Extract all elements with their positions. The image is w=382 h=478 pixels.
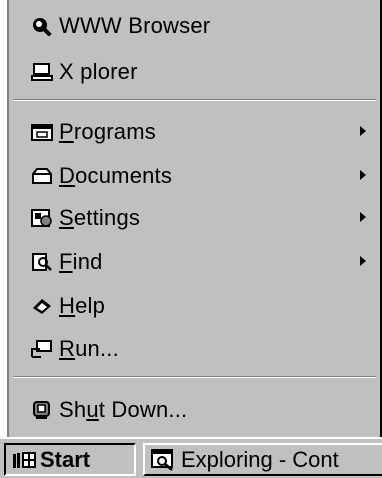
documents-folder-icon xyxy=(31,166,53,186)
menu-item-label: Help xyxy=(59,293,106,318)
menu-item-xplorer[interactable]: X plorer xyxy=(9,52,380,92)
submenu-arrow-icon xyxy=(360,126,366,136)
menu-item-www-browser[interactable]: WWW Browser xyxy=(9,6,380,46)
menu-item-settings[interactable]: Settings xyxy=(9,198,380,238)
menu-item-find[interactable]: Find xyxy=(9,242,380,282)
menu-separator xyxy=(13,99,376,101)
task-label: Exploring - Cont xyxy=(181,446,339,472)
menu-item-programs[interactable]: Programs xyxy=(9,112,380,152)
help-book-icon xyxy=(31,296,53,316)
menu-item-label: Programs xyxy=(59,119,156,144)
start-menu: WWW Browser X plorer Programs Documents … xyxy=(9,0,380,437)
run-icon xyxy=(31,339,53,359)
menu-item-shut-down[interactable]: Shut Down... xyxy=(9,390,380,430)
settings-icon xyxy=(31,208,53,228)
taskbar: Start Exploring - Cont xyxy=(0,437,382,478)
submenu-arrow-icon xyxy=(360,212,366,222)
menu-item-label: Run... xyxy=(59,336,119,361)
menu-item-documents[interactable]: Documents xyxy=(9,156,380,196)
menu-item-label: Settings xyxy=(59,205,141,230)
start-button[interactable]: Start xyxy=(4,443,136,476)
globe-search-icon xyxy=(31,16,53,36)
programs-folder-icon xyxy=(31,122,53,142)
find-icon xyxy=(31,252,53,272)
menu-item-label: Documents xyxy=(59,163,173,188)
submenu-arrow-icon xyxy=(360,170,366,180)
start-label: Start xyxy=(40,446,91,472)
taskbar-task-exploring[interactable]: Exploring - Cont xyxy=(143,443,382,476)
menu-item-label: Find xyxy=(59,249,103,274)
windows-logo-icon xyxy=(12,450,38,470)
explorer-window-icon xyxy=(151,448,175,471)
menu-item-run[interactable]: Run... xyxy=(9,329,380,369)
menu-item-label: WWW Browser xyxy=(59,13,211,38)
menu-left-border xyxy=(0,0,9,437)
menu-item-label: Shut Down... xyxy=(59,397,188,422)
menu-separator xyxy=(13,376,376,378)
computer-icon xyxy=(31,62,53,82)
menu-item-help[interactable]: Help xyxy=(9,286,380,326)
submenu-arrow-icon xyxy=(360,256,366,266)
menu-item-label: X plorer xyxy=(59,59,138,84)
shutdown-icon xyxy=(31,400,53,420)
